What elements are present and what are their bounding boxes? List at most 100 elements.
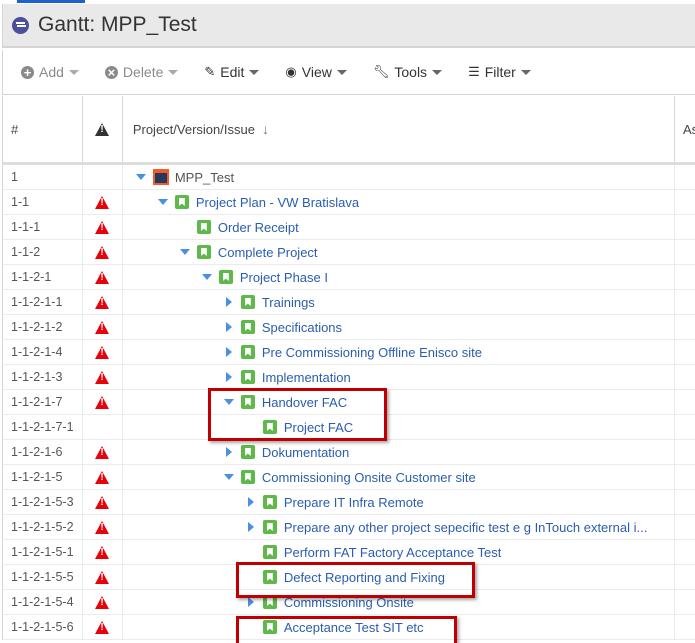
filter-button[interactable]: ☰ Filter <box>468 64 531 80</box>
collapse-arrow-icon[interactable] <box>155 199 171 205</box>
expand-arrow-icon[interactable] <box>243 522 259 532</box>
row-assignee-cell <box>675 615 695 639</box>
issue-link[interactable]: Order Receipt <box>218 220 299 235</box>
warning-icon <box>95 395 110 409</box>
table-row[interactable]: 1-1-2-1-4 Pre Commissioning Offline Enisc… <box>2 340 695 365</box>
view-button[interactable]: ◉ View <box>285 64 347 80</box>
project-icon <box>152 169 169 185</box>
expand-arrow-icon[interactable] <box>221 297 237 307</box>
table-row[interactable]: 1-1-2-1-5-1 Perform FAT Factory Acceptanc… <box>2 540 695 565</box>
expand-arrow-icon[interactable] <box>221 372 237 382</box>
collapse-arrow-icon[interactable] <box>133 174 149 180</box>
row-warning-cell <box>83 290 123 314</box>
issue-link[interactable]: Complete Project <box>218 245 318 260</box>
table-row[interactable]: 1-1-2-1-5-6 Acceptance Test SIT etc <box>2 615 695 640</box>
table-row[interactable]: 1-1-2 Complete Project <box>2 240 695 265</box>
x-circle-icon: × <box>104 65 118 79</box>
issue-link[interactable]: Perform FAT Factory Acceptance Test <box>284 545 501 560</box>
column-header-assignee[interactable]: As <box>675 96 695 162</box>
row-assignee-cell <box>675 340 695 364</box>
issue-link[interactable]: Acceptance Test SIT etc <box>284 620 424 635</box>
issue-link[interactable]: Specifications <box>262 320 342 335</box>
issue-link[interactable]: Pre Commissioning Offline Enisco site <box>262 345 482 360</box>
bookmark-icon <box>240 320 255 334</box>
table-row[interactable]: 1-1 Project Plan - VW Bratislava <box>2 190 695 215</box>
collapse-arrow-icon[interactable] <box>221 399 237 405</box>
wrench-icon: 🔧︎ <box>372 64 390 79</box>
row-warning-cell <box>83 365 123 389</box>
column-header-warning[interactable] <box>83 96 123 162</box>
collapse-arrow-icon[interactable] <box>199 274 215 280</box>
row-warning-cell <box>83 565 123 589</box>
issue-link[interactable]: Commissioning Onsite Customer site <box>262 470 476 485</box>
table-row[interactable]: 1-1-2-1-5-3 Prepare IT Infra Remote <box>2 490 695 515</box>
table-row[interactable]: 1-1-2-1-5-5 Defect Reporting and Fixing <box>2 565 695 590</box>
table-row[interactable]: 1-1-2-1-3 Implementation <box>2 365 695 390</box>
add-button[interactable]: + Add <box>21 64 79 80</box>
table-row[interactable]: 1-1-2-1-6 Dokumentation <box>2 440 695 465</box>
table-row[interactable]: 1-1-2-1-5-2 Prepare any other project sep… <box>2 515 695 540</box>
row-number: 1-1-2-1-5-2 <box>3 515 83 539</box>
row-name-cell: Commissioning Onsite Customer site <box>123 465 676 489</box>
table-row[interactable]: 1-1-1 Order Receipt <box>2 215 695 240</box>
issue-link[interactable]: Trainings <box>262 295 315 310</box>
column-header-name[interactable]: Project/Version/Issue ↓ <box>123 96 676 162</box>
table-row[interactable]: 1 MPP_Test <box>2 165 695 190</box>
bookmark-icon <box>240 470 255 484</box>
active-tab-indicator <box>17 0 85 3</box>
table-row[interactable]: 1-1-2-1-2 Specifications <box>2 315 695 340</box>
expand-arrow-icon[interactable] <box>221 347 237 357</box>
row-number: 1-1-2-1-5-4 <box>3 590 83 614</box>
chevron-down-icon <box>520 69 531 75</box>
tools-button[interactable]: 🔧︎ Tools <box>372 64 443 80</box>
issue-link[interactable]: Prepare IT Infra Remote <box>284 495 424 510</box>
row-warning-cell <box>83 315 123 339</box>
issue-link[interactable]: Defect Reporting and Fixing <box>284 570 445 585</box>
row-warning-cell <box>83 515 123 539</box>
row-assignee-cell <box>675 565 695 589</box>
row-warning-cell <box>83 590 123 614</box>
row-warning-cell <box>83 440 123 464</box>
table-row[interactable]: 1-1-2-1-5 Commissioning Onsite Customer s… <box>2 465 695 490</box>
chevron-down-icon <box>336 69 347 75</box>
warning-icon <box>95 320 110 334</box>
table-row[interactable]: 1-1-2-1-7-1 Project FAC <box>2 415 695 440</box>
issue-link[interactable]: Prepare any other project sepecific test… <box>284 520 647 535</box>
expand-arrow-icon[interactable] <box>243 497 259 507</box>
row-number: 1-1-2-1-5-3 <box>3 490 83 514</box>
bookmark-icon <box>262 570 277 584</box>
issue-link[interactable]: Project Phase I <box>240 270 328 285</box>
warning-icon <box>95 220 110 234</box>
add-label: Add <box>39 64 64 80</box>
table-row[interactable]: 1-1-2-1-1 Trainings <box>2 290 695 315</box>
row-warning-cell <box>83 490 123 514</box>
column-header-name-label: Project/Version/Issue <box>132 121 255 137</box>
sort-down-icon: ↓ <box>261 121 269 137</box>
expand-arrow-icon[interactable] <box>221 322 237 332</box>
column-header-number[interactable]: # <box>3 96 83 162</box>
bookmark-icon <box>262 520 277 534</box>
table-row[interactable]: 1-1-2-1 Project Phase I <box>2 265 695 290</box>
warning-icon <box>95 270 110 284</box>
eye-icon: ◉ <box>285 64 297 79</box>
issue-link[interactable]: Dokumentation <box>262 445 349 460</box>
issue-link[interactable]: MPP_Test <box>175 170 234 185</box>
collapse-arrow-icon[interactable] <box>177 249 193 255</box>
row-name-cell: Dokumentation <box>123 440 676 464</box>
issue-link[interactable]: Implementation <box>262 370 351 385</box>
issue-link[interactable]: Project FAC <box>284 420 353 435</box>
issue-link[interactable]: Commissioning Onsite <box>284 595 414 610</box>
delete-button[interactable]: × Delete <box>104 64 179 80</box>
issue-link[interactable]: Handover FAC <box>262 395 347 410</box>
warning-icon <box>95 545 110 559</box>
table-row[interactable]: 1-1-2-1-7 Handover FAC <box>2 390 695 415</box>
collapse-arrow-icon[interactable] <box>221 474 237 480</box>
expand-arrow-icon[interactable] <box>221 447 237 457</box>
expand-arrow-icon[interactable] <box>243 597 259 607</box>
row-warning-cell <box>83 415 123 439</box>
row-assignee-cell <box>675 165 695 189</box>
edit-button[interactable]: ✎ Edit <box>204 64 260 80</box>
issue-link[interactable]: Project Plan - VW Bratislava <box>196 195 359 210</box>
row-warning-cell <box>83 465 123 489</box>
table-row[interactable]: 1-1-2-1-5-4 Commissioning Onsite <box>2 590 695 615</box>
